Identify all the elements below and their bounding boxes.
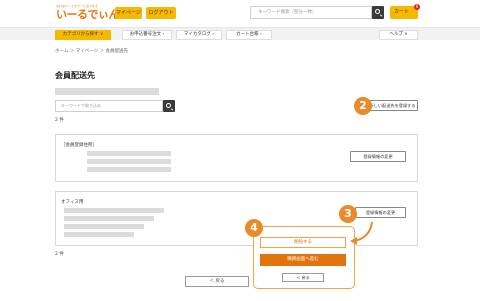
result-count-top: 2 件 — [55, 118, 64, 123]
redacted-text — [87, 159, 171, 164]
back-button[interactable]: ＜ 戻る — [185, 276, 249, 287]
card-title: ［会員登録住所］ — [61, 143, 97, 148]
cart-button[interactable]: カート 0 — [390, 4, 420, 19]
cart-count-badge: 0 — [414, 4, 420, 10]
step-2-marker: 2 — [354, 97, 372, 115]
delete-button[interactable]: 削除する — [260, 237, 346, 248]
search-icon — [375, 9, 380, 14]
proceed-to-order-button[interactable]: 購買画面へ進む — [260, 254, 346, 266]
search-icon — [166, 103, 171, 108]
redacted-text — [87, 167, 171, 172]
my-catalog-button[interactable]: マイカタログ › — [176, 30, 222, 40]
search-button[interactable] — [372, 6, 384, 19]
register-new-address-button[interactable]: 新しい配送先を登録する — [367, 100, 418, 111]
breadcrumb: ホーム ＞ マイページ ＞ 会員配送先 — [55, 49, 128, 54]
redacted-text — [55, 88, 159, 95]
search-input[interactable]: キーワード検索（部分一致） — [250, 6, 372, 19]
category-menu-button[interactable]: カテゴリから探す ∨ — [55, 30, 111, 40]
header: もれない・ミセラーにみつかる いーるでぃんぐ マイページ ログアウト キーワード… — [0, 0, 480, 24]
filter-search-button[interactable] — [163, 100, 175, 112]
help-menu-button[interactable]: ヘルプ ∨ — [379, 30, 418, 40]
mypage-button[interactable]: マイページ — [115, 7, 142, 19]
redacted-text — [64, 208, 164, 213]
site-logo[interactable]: もれない・ミセラーにみつかる いーるでぃんぐ — [56, 4, 130, 21]
edit-address-button[interactable]: 登録情報の変更 — [355, 207, 406, 218]
result-count-bottom: 2 件 — [55, 252, 64, 257]
redacted-text — [64, 216, 154, 221]
callout-back-button[interactable]: ＜ 戻る — [282, 273, 324, 282]
page-title: 会員配送先 — [55, 71, 95, 80]
redacted-text — [64, 232, 134, 237]
edit-address-button[interactable]: 登録情報の変更 — [350, 151, 406, 162]
quick-order-button[interactable]: お申込番号注文 › — [122, 30, 172, 40]
card-title: オフィス用 — [61, 200, 84, 205]
filter-input[interactable]: キーワードで絞り込み — [55, 100, 163, 112]
logout-button[interactable]: ログアウト — [146, 7, 176, 19]
global-nav: カテゴリから探す ∨ お申込番号注文 › マイカタログ › カート台帳 › ヘル… — [0, 27, 480, 40]
step-4-marker: 4 — [245, 219, 263, 237]
redacted-text — [87, 151, 171, 156]
redacted-text — [64, 224, 144, 229]
cart-label: カート — [394, 9, 410, 15]
pointer-arrow-icon — [350, 221, 373, 245]
cart-ledger-button[interactable]: カート台帳 › — [226, 30, 272, 40]
